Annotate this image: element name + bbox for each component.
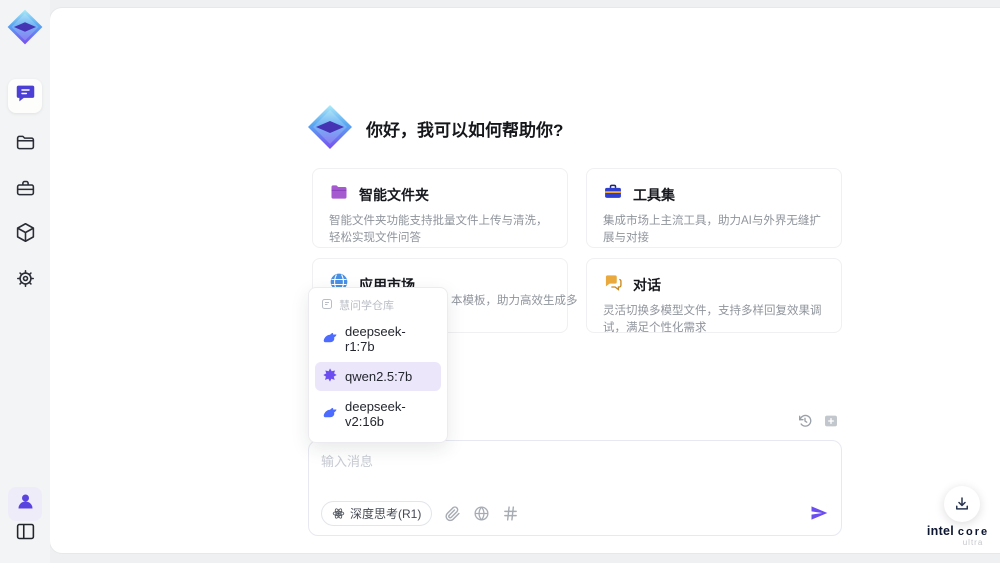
model-option-label: deepseek-v2:16b xyxy=(345,399,406,429)
model-dropdown-header-label: 慧问学仓库 xyxy=(339,300,394,312)
feature-card-toolset[interactable]: 工具集 集成市场上主流工具，助力AI与外界无缝扩展与对接 xyxy=(586,168,842,248)
user-icon xyxy=(15,491,36,517)
model-option-deepseek-r1[interactable]: deepseek-r1:7b xyxy=(315,319,441,359)
chat-icon xyxy=(15,83,36,109)
smart-folder-icon xyxy=(329,182,349,207)
globe-icon[interactable] xyxy=(473,505,490,522)
sidebar-item-settings[interactable] xyxy=(8,264,42,298)
deep-think-label: 深度思考(R1) xyxy=(350,506,422,521)
download-icon xyxy=(956,497,968,510)
gear-icon xyxy=(15,268,36,294)
model-dropdown: 慧问学仓库 deepseek-r1:7b qwen2.5:7b deepseek… xyxy=(308,287,448,443)
model-dropdown-header: 慧问学仓库 xyxy=(309,292,447,316)
model-option-label: deepseek-r1:7b xyxy=(345,324,406,354)
card-title: 工具集 xyxy=(633,186,675,203)
history-icon xyxy=(799,414,812,427)
sidebar-item-folders[interactable] xyxy=(8,128,42,162)
message-composer: 深度思考(R1) xyxy=(308,440,842,536)
page-title: 你好，我可以如何帮助你? xyxy=(366,120,564,140)
intel-product: core xyxy=(957,526,990,538)
sidebar-collapse-button[interactable] xyxy=(8,517,42,551)
panel-layout-icon xyxy=(15,521,36,547)
toolbox-icon xyxy=(603,182,623,207)
briefcase-icon xyxy=(15,178,36,204)
sidebar-item-apps[interactable] xyxy=(8,218,42,252)
history-button[interactable] xyxy=(796,412,814,430)
cube-icon xyxy=(15,222,36,248)
deep-think-toggle[interactable]: 深度思考(R1) xyxy=(321,500,433,526)
card-title: 智能文件夹 xyxy=(359,186,429,203)
sidebar-item-chat[interactable] xyxy=(8,79,42,113)
new-chat-button[interactable] xyxy=(822,412,840,430)
card-description: 灵活切换多模型文件，支持多样回复效果调试，满足个性化需求 xyxy=(603,305,822,335)
dialog-icon xyxy=(603,272,623,297)
card-description-fragment: 本模板，助力高效生成多 xyxy=(451,295,578,307)
download-button[interactable] xyxy=(944,486,980,522)
feature-card-dialog[interactable]: 对话 灵活切换多模型文件，支持多样回复效果调试，满足个性化需求 xyxy=(586,258,842,334)
deepseek-logo-icon xyxy=(322,405,338,424)
main-panel: 你好，我可以如何帮助你? 智能文件夹 智能文件夹功能支持批量文件上传与清洗，轻松… xyxy=(50,8,1000,553)
app-logo-icon xyxy=(6,8,44,48)
card-description: 智能文件夹功能支持批量文件上传与清洗，轻松实现文件问答 xyxy=(329,215,548,245)
card-title: 对话 xyxy=(633,276,661,293)
qwen-logo-icon xyxy=(322,367,338,386)
intel-brand: intel xyxy=(926,524,955,538)
intel-core-badge: intel core ultra xyxy=(922,524,994,547)
feature-card-smart-folder[interactable]: 智能文件夹 智能文件夹功能支持批量文件上传与清洗，轻松实现文件问答 xyxy=(312,168,568,248)
model-option-deepseek-v2[interactable]: deepseek-v2:16b xyxy=(315,394,441,434)
atom-icon xyxy=(332,507,345,519)
paperclip-icon[interactable] xyxy=(444,505,461,522)
model-option-label: qwen2.5:7b xyxy=(345,369,413,384)
model-option-qwen[interactable]: qwen2.5:7b xyxy=(315,362,441,391)
intel-tier: ultra xyxy=(962,538,984,547)
sidebar-item-account[interactable] xyxy=(8,487,42,521)
deepseek-logo-icon xyxy=(322,330,338,349)
sidebar xyxy=(0,0,50,563)
folder-icon xyxy=(15,132,36,158)
add-square-icon xyxy=(825,415,837,427)
greeting: 你好，我可以如何帮助你? xyxy=(306,103,563,153)
greeting-logo-icon xyxy=(306,103,354,153)
message-input[interactable] xyxy=(321,451,829,495)
repository-icon xyxy=(321,298,333,313)
card-description: 集成市场上主流工具，助力AI与外界无缝扩展与对接 xyxy=(603,215,821,245)
sidebar-item-toolset[interactable] xyxy=(8,174,42,208)
hash-icon[interactable] xyxy=(502,505,519,522)
send-button[interactable] xyxy=(809,503,829,523)
